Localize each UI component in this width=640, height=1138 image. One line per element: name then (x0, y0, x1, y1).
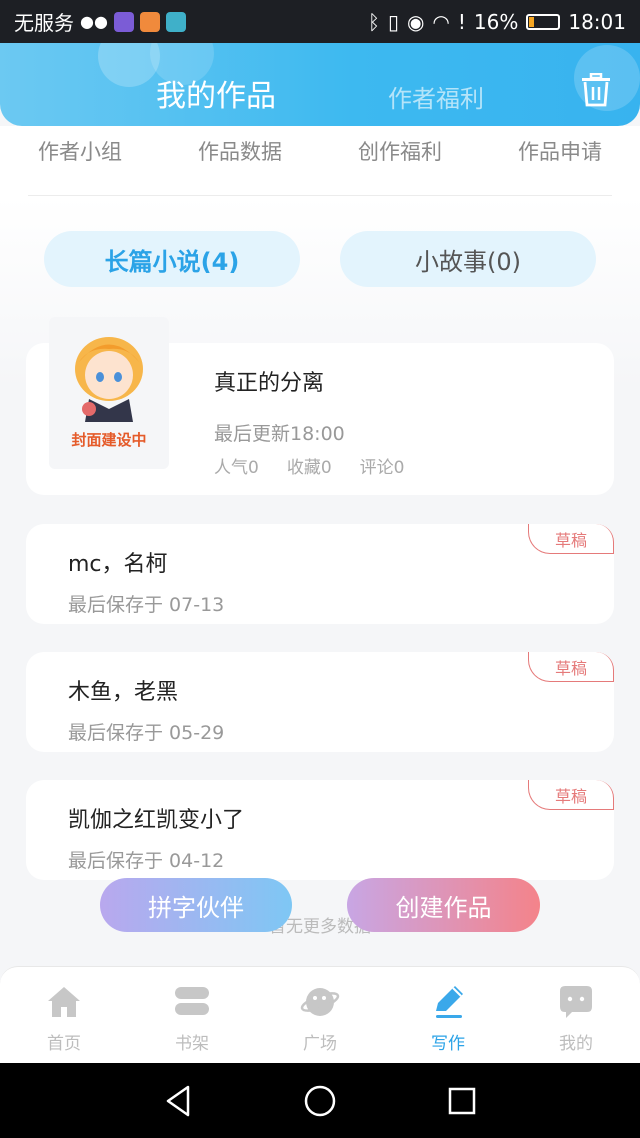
app-purple-icon (113, 11, 134, 32)
nav-label: 首页 (47, 1034, 81, 1054)
cover-placeholder-text: 封面建设中 (71, 431, 147, 449)
wechat-icon: ●● (80, 12, 108, 31)
bookshelf-icon (175, 987, 209, 1015)
bottom-nav: 首页 书架 广场 写作 我的 (0, 966, 640, 1063)
draft-saved-date: 最后保存于 07-13 (68, 594, 225, 616)
app-book-icon (165, 11, 186, 32)
stat-favorites: 收藏0 (286, 458, 332, 478)
author-links: 作者小组 作品数据 创作福利 作品申请 (0, 126, 640, 196)
novel-card[interactable]: 封面建设中 真正的分离 最后更新18:00 人气0 收藏0 评论0 (26, 317, 614, 495)
divider (28, 195, 612, 196)
recents-icon[interactable] (444, 1083, 480, 1119)
draft-card[interactable]: mc，名柯 最后保存于 07-13 草稿 (26, 524, 614, 624)
draft-badge: 草稿 (528, 780, 614, 810)
battery-fill (529, 16, 535, 27)
draft-card[interactable]: 木鱼，老黑 最后保存于 05-29 草稿 (26, 652, 614, 752)
battery-icon (526, 13, 561, 30)
home-circle-icon[interactable] (302, 1083, 338, 1119)
pen-icon (436, 986, 463, 1018)
draft-badge: 草稿 (528, 652, 614, 682)
book-cover[interactable]: 封面建设中 (49, 317, 169, 469)
system-nav-bar (0, 1063, 640, 1138)
nav-label: 我的 (559, 1034, 593, 1054)
back-icon[interactable] (160, 1083, 196, 1119)
link-work-apply[interactable]: 作品申请 (480, 126, 640, 196)
nav-label: 广场 (303, 1034, 337, 1054)
wifi-icon: ◠ (432, 9, 450, 34)
draft-saved-date: 最后保存于 05-29 (68, 722, 225, 744)
battery-saver-icon: ! (457, 9, 466, 34)
vibrate-icon: ▯ (387, 9, 399, 34)
create-work-button[interactable]: 创建作品 (347, 878, 540, 932)
nav-bookshelf[interactable]: 书架 (128, 967, 256, 1063)
stat-comments: 评论0 (359, 458, 405, 478)
nav-label: 书架 (175, 1034, 209, 1054)
chat-face-icon (560, 986, 592, 1018)
draft-title[interactable]: 凯伽之红凯变小了 (68, 802, 244, 834)
tab-my-works[interactable]: 我的作品 (156, 71, 276, 115)
battery-percent: 16% (473, 9, 519, 34)
tab-short-story[interactable]: 小故事(0) (340, 231, 596, 287)
trash-icon[interactable] (580, 73, 612, 107)
carrier-text: 无服务 (14, 11, 74, 35)
stat-popularity: 人气0 (214, 458, 259, 478)
nav-square[interactable]: 广场 (256, 967, 384, 1063)
draft-badge: 草稿 (528, 524, 614, 554)
planet-icon (300, 988, 340, 1016)
bluetooth-icon: ᛒ (367, 9, 380, 34)
novel-title[interactable]: 真正的分离 (214, 365, 324, 397)
draft-title[interactable]: mc，名柯 (68, 546, 168, 578)
app-header: 我的作品 作者福利 (0, 43, 640, 126)
app-video-icon (139, 11, 160, 32)
no-more-data-text: 暂无更多数据 (269, 917, 371, 937)
novel-stats: 人气0 收藏0 评论0 (214, 453, 404, 478)
eye-icon: ◉ (406, 9, 425, 34)
link-author-group[interactable]: 作者小组 (0, 126, 160, 196)
nav-label: 写作 (431, 1034, 465, 1054)
clock: 18:01 (568, 9, 626, 34)
writing-partner-button[interactable]: 拼字伙伴 (100, 878, 292, 932)
nav-home[interactable]: 首页 (0, 967, 128, 1063)
draft-card[interactable]: 凯伽之红凯变小了 最后保存于 04-12 草稿 (26, 780, 614, 880)
link-work-data[interactable]: 作品数据 (160, 126, 320, 196)
home-icon (48, 987, 80, 1017)
draft-title[interactable]: 木鱼，老黑 (68, 674, 178, 706)
draft-saved-date: 最后保存于 04-12 (68, 850, 225, 872)
status-bar: 无服务 ●● ᛒ ▯ ◉ ◠ ! 16% 18:01 (0, 0, 640, 43)
novel-last-update: 最后更新18:00 (214, 423, 345, 445)
tab-long-novel[interactable]: 长篇小说(4) (44, 231, 300, 287)
anime-girl-icon (75, 337, 143, 422)
link-creation-benefits[interactable]: 创作福利 (320, 126, 480, 196)
nav-write[interactable]: 写作 (384, 967, 512, 1063)
nav-me[interactable]: 我的 (512, 967, 640, 1063)
tab-author-benefits[interactable]: 作者福利 (388, 79, 484, 114)
